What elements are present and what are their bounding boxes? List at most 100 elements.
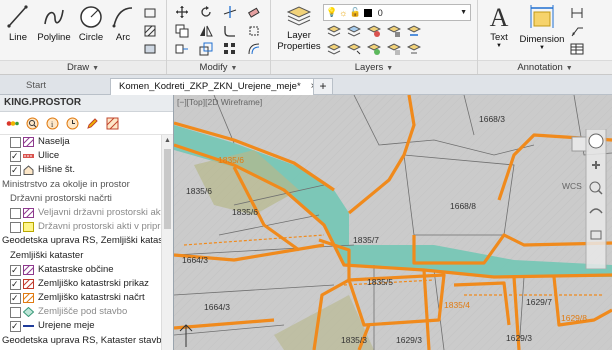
layer-off-icon[interactable] bbox=[367, 24, 381, 38]
layer-unlock-icon[interactable] bbox=[387, 42, 401, 56]
tree-item-katastrske-obcine[interactable]: Katastrske občine bbox=[0, 263, 161, 277]
layer-match-icon[interactable] bbox=[407, 24, 421, 38]
layer-previous-icon[interactable] bbox=[407, 42, 421, 56]
checkbox[interactable] bbox=[10, 319, 21, 334]
circle-label: Circle bbox=[78, 32, 104, 43]
parcel-label: 1668/3 bbox=[479, 114, 505, 124]
trim-icon[interactable] bbox=[223, 5, 237, 19]
tree-group-drzavni-nacrti[interactable]: Državni prostorski načrti bbox=[0, 192, 161, 206]
text-button[interactable]: A Text ▼ bbox=[484, 4, 514, 50]
draw-panel-title[interactable]: Draw ▼ bbox=[0, 60, 166, 74]
checkbox[interactable] bbox=[10, 277, 21, 291]
hatch-icon[interactable] bbox=[143, 24, 157, 38]
hatch-icon bbox=[23, 264, 34, 275]
linear-dimension-icon[interactable] bbox=[570, 6, 584, 20]
zoom-icon[interactable] bbox=[26, 117, 39, 130]
checkbox[interactable] bbox=[10, 222, 21, 234]
checkbox[interactable] bbox=[10, 207, 21, 219]
parcel-label: 1835/6 bbox=[232, 207, 258, 217]
tab-start[interactable]: Start bbox=[18, 78, 116, 94]
region-icon[interactable] bbox=[143, 42, 157, 56]
parcel-label: 1629/8 bbox=[561, 313, 587, 323]
layer-walk-icon[interactable] bbox=[327, 42, 341, 56]
tree-item-naselja[interactable]: Naselja bbox=[0, 135, 161, 149]
line-button[interactable]: Line bbox=[4, 4, 32, 43]
polyline-button[interactable]: Polyline bbox=[34, 4, 74, 43]
array-icon[interactable] bbox=[223, 42, 237, 56]
tree-item-akti-v-pripravi[interactable]: Državni prostorski akti v pripravi bbox=[0, 220, 161, 234]
layer-freeze-icon[interactable] bbox=[347, 24, 361, 38]
panel-scrollbar[interactable]: ▲ bbox=[161, 135, 173, 350]
scroll-up-icon[interactable]: ▲ bbox=[162, 135, 173, 146]
tree-item-zemljisce-pod-stavbo[interactable]: Zemljišče pod stavbo bbox=[0, 305, 161, 319]
tree-item-ulice[interactable]: Ulice bbox=[0, 149, 161, 163]
fillet-icon[interactable] bbox=[223, 24, 237, 38]
tree-item-hisne-st[interactable]: Hišne št. bbox=[0, 163, 161, 178]
drawing-canvas[interactable]: WCS 1668/3 1835/6 1835/6 1835/6 1668/8 1… bbox=[174, 95, 612, 350]
street-icon bbox=[23, 154, 34, 159]
parcel-label: 1664/3 bbox=[182, 255, 208, 265]
tree-item-veljavni-akti[interactable]: Veljavni državni prostorski akti bbox=[0, 206, 161, 220]
layer-dropdown[interactable]: 💡 ☼ 🔓 0 ▼ bbox=[323, 4, 471, 21]
tree-item-urejene-meje[interactable]: Urejene meje bbox=[0, 319, 161, 334]
viewport-controls[interactable]: [−][Top][2D Wireframe] bbox=[177, 97, 262, 107]
tree-group-ministrstvo[interactable]: Ministrstvo za okolje in prostor bbox=[0, 178, 161, 192]
modify-panel-title[interactable]: Modify ▼ bbox=[167, 60, 270, 74]
clock-icon[interactable] bbox=[66, 117, 79, 130]
checkbox[interactable] bbox=[10, 149, 21, 163]
layer-thaw-icon[interactable] bbox=[367, 42, 381, 56]
info-icon[interactable]: i bbox=[46, 117, 59, 130]
offset-icon[interactable] bbox=[247, 42, 261, 56]
layers-panel: Layer Properties 💡 ☼ 🔓 0 ▼ Layers ▼ bbox=[271, 0, 478, 74]
scroll-thumb[interactable] bbox=[164, 149, 171, 229]
mirror-icon[interactable] bbox=[199, 24, 213, 38]
layers-panel-title[interactable]: Layers ▼ bbox=[271, 60, 477, 74]
navigation-tools[interactable] bbox=[584, 128, 608, 270]
tab-drawing[interactable]: Komen_Kodreti_ZKP_ZKN_Urejene_meje*× bbox=[110, 78, 326, 95]
checkbox[interactable] bbox=[10, 291, 21, 305]
explode-icon[interactable] bbox=[247, 24, 261, 38]
traffic-light-icon[interactable] bbox=[6, 117, 19, 130]
rotate-icon[interactable] bbox=[199, 5, 213, 19]
checkbox[interactable] bbox=[10, 263, 21, 277]
tree-item-zk-nacrt[interactable]: Zemljiško katastrski načrt bbox=[0, 291, 161, 305]
tree-item-zk-prikaz[interactable]: Zemljiško katastrski prikaz bbox=[0, 277, 161, 291]
tree-group-zemljiski-kataster[interactable]: Zemljiški kataster bbox=[0, 249, 161, 263]
stretch-icon[interactable] bbox=[175, 42, 189, 56]
leader-icon[interactable] bbox=[570, 24, 584, 38]
new-tab-button[interactable]: + bbox=[313, 78, 333, 95]
layer-lock-icon[interactable] bbox=[387, 24, 401, 38]
checkbox[interactable] bbox=[10, 163, 21, 178]
annotation-panel-title[interactable]: Annotation ▼ bbox=[478, 60, 612, 74]
checkbox[interactable] bbox=[10, 307, 21, 319]
layer-iso-icon[interactable] bbox=[327, 24, 341, 38]
layer-unisolate-icon[interactable] bbox=[347, 42, 361, 56]
dimension-button[interactable]: Dimension ▼ bbox=[518, 4, 566, 51]
hatch-icon bbox=[23, 207, 34, 218]
erase-icon[interactable] bbox=[247, 5, 261, 19]
layer-properties-icon bbox=[286, 6, 312, 26]
arc-button[interactable]: Arc bbox=[110, 4, 136, 43]
tree-group-gurs-kataster-stavb[interactable]: Geodetska uprava RS, Kataster stavb bbox=[0, 334, 161, 348]
hatch-icon bbox=[23, 278, 34, 289]
circle-button[interactable]: Circle bbox=[76, 4, 106, 43]
lightbulb-icon: 💡 bbox=[326, 7, 338, 17]
hatch-tool-icon[interactable] bbox=[106, 117, 119, 130]
copy-icon[interactable] bbox=[175, 24, 189, 38]
chevron-down-icon: ▼ bbox=[496, 43, 502, 49]
parcel-label: 1835/4 bbox=[444, 300, 470, 310]
scale-icon[interactable] bbox=[199, 42, 213, 56]
parcel-label: 1629/3 bbox=[506, 333, 532, 343]
tree-group-gurs-zk[interactable]: Geodetska uprava RS, Zemljiški kataster bbox=[0, 234, 161, 248]
checkbox[interactable] bbox=[10, 137, 21, 148]
pencil-icon[interactable] bbox=[86, 117, 99, 130]
modify-panel: Modify ▼ bbox=[167, 0, 271, 74]
line-label: Line bbox=[9, 32, 27, 43]
layer-properties-button[interactable]: Layer Properties bbox=[275, 4, 323, 52]
diamond-icon bbox=[23, 307, 34, 318]
wcs-label[interactable]: WCS bbox=[562, 181, 582, 191]
table-icon[interactable] bbox=[570, 42, 584, 56]
polyline-icon bbox=[44, 9, 64, 25]
rectangle-icon[interactable] bbox=[143, 6, 157, 20]
move-icon[interactable] bbox=[175, 5, 189, 19]
